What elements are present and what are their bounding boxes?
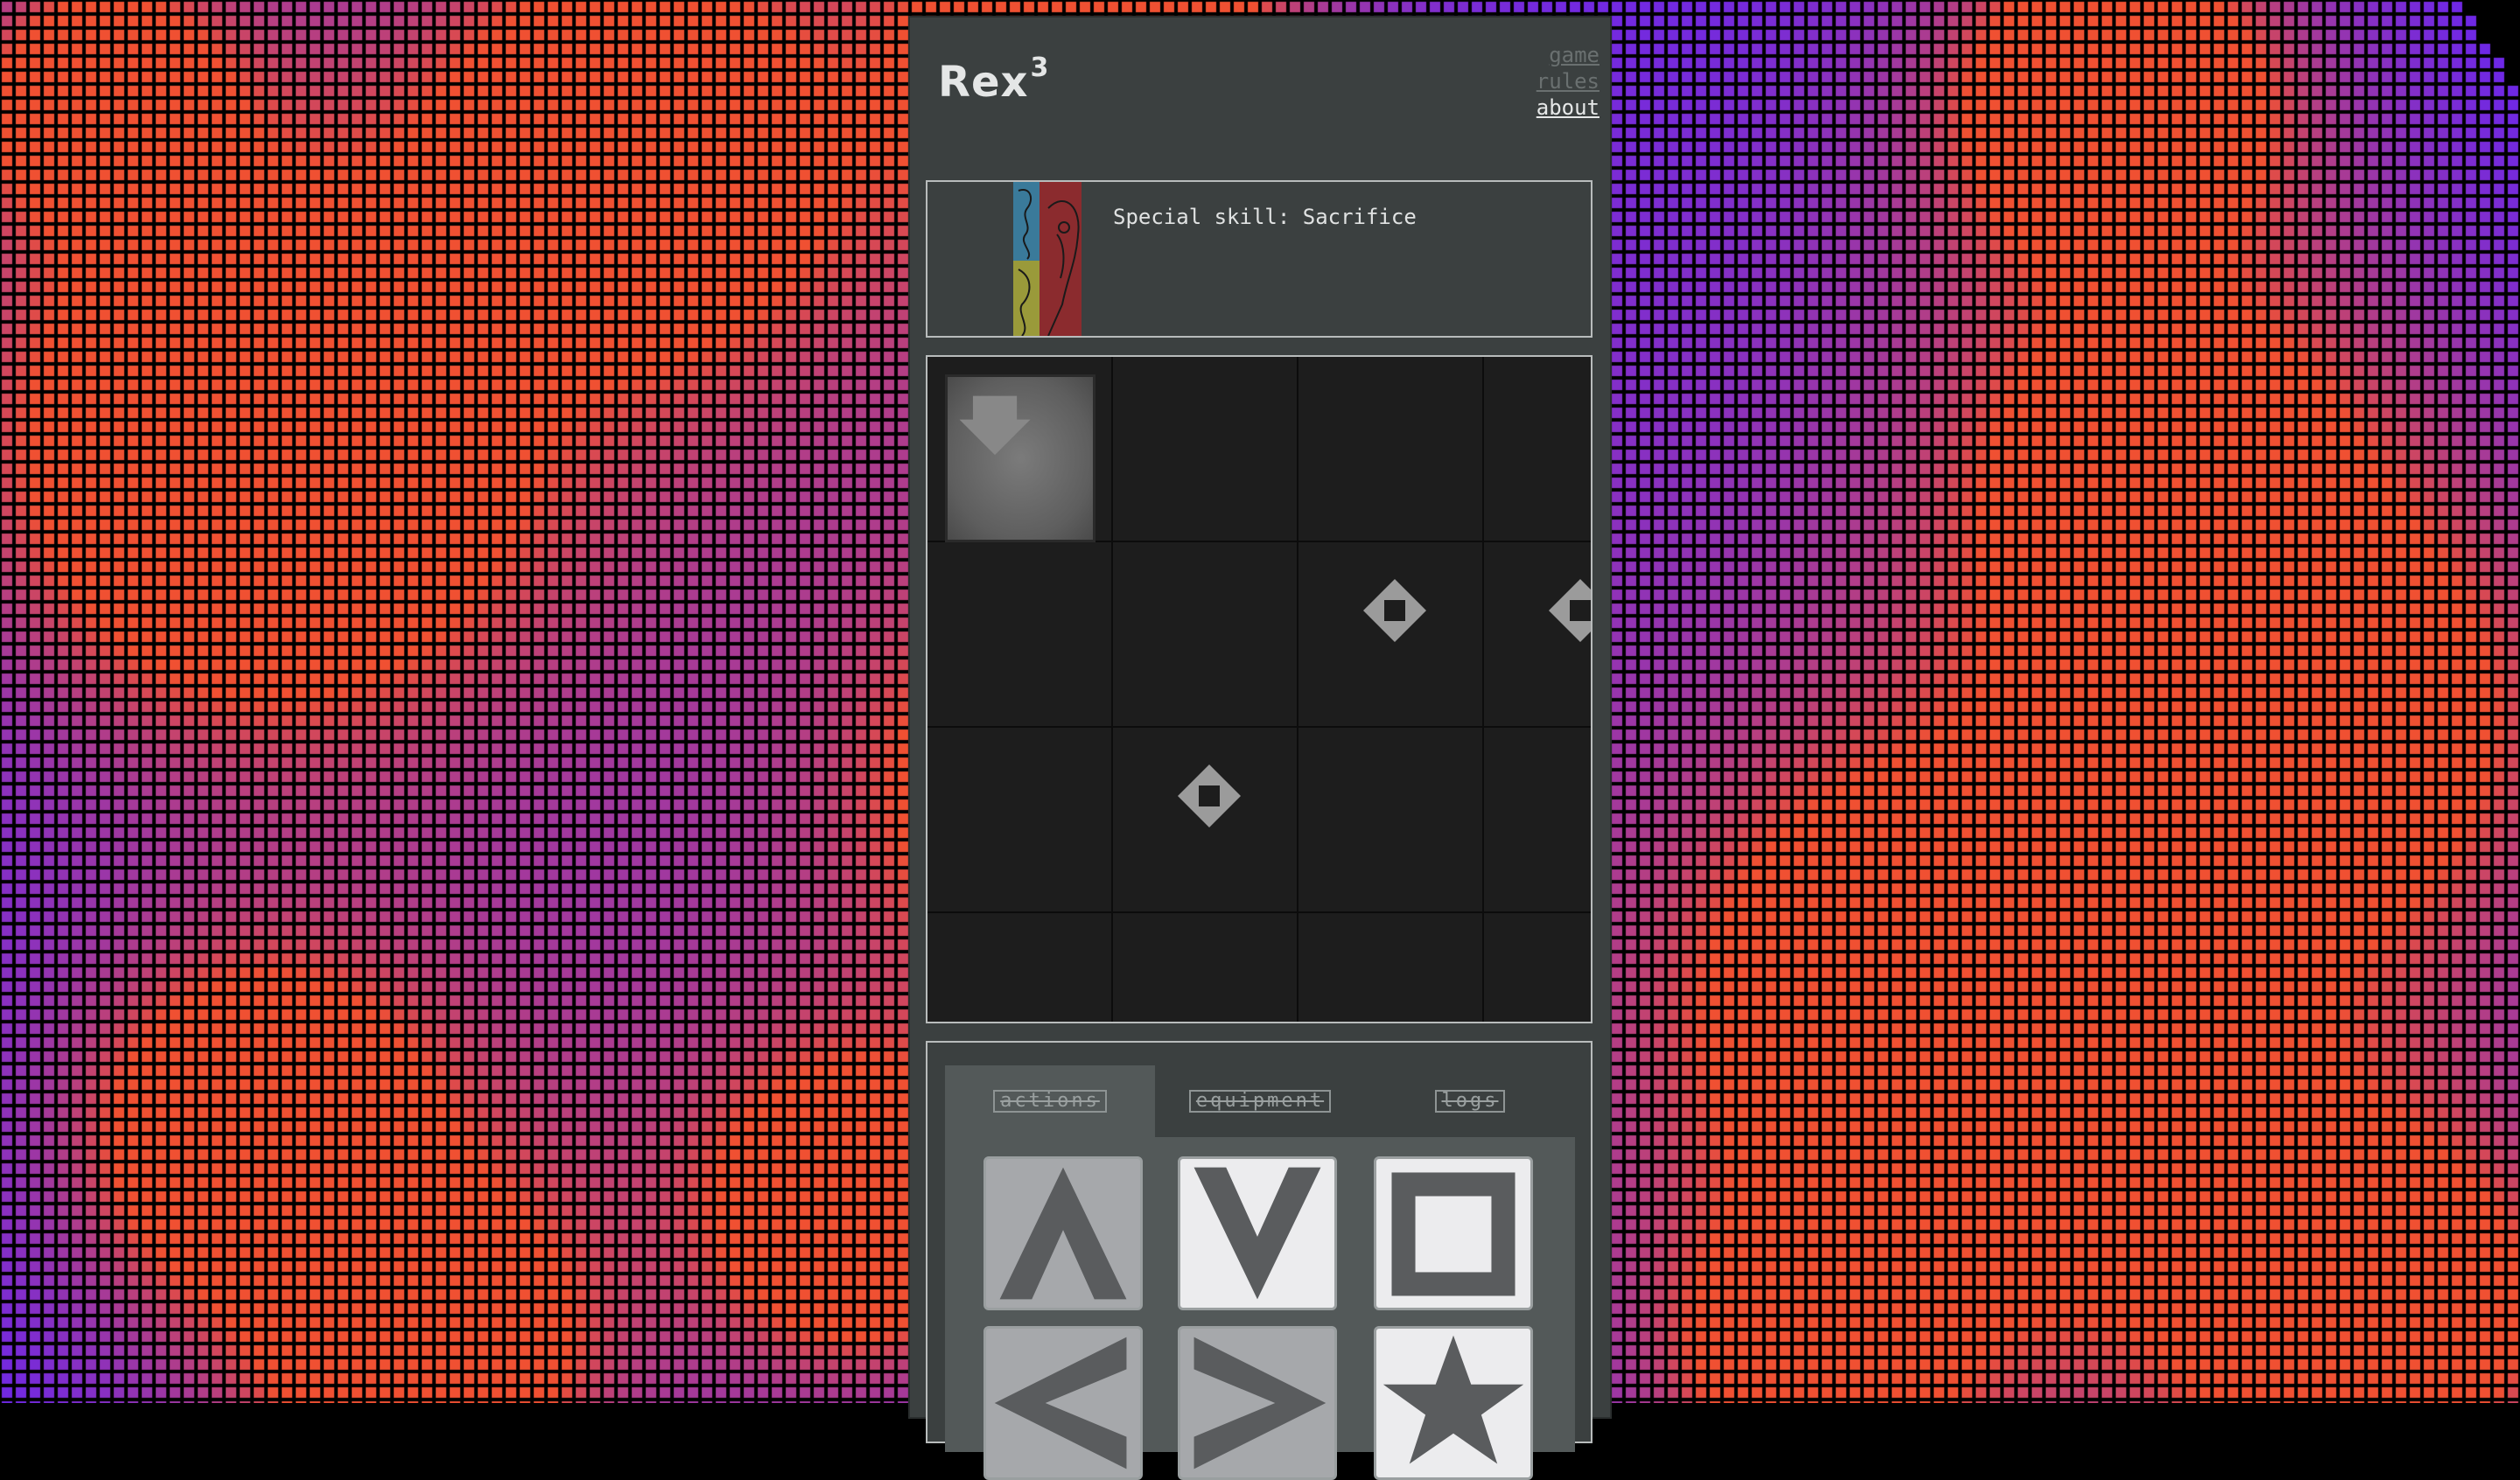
board-cell[interactable] [1484, 542, 1592, 728]
move-down-button[interactable] [1178, 1156, 1337, 1310]
game-board[interactable] [926, 355, 1592, 1023]
game-panel: Rex3 game rules about Special skill: Sac… [910, 17, 1610, 1480]
nav-menu: game rules about [1536, 42, 1600, 121]
tab-logs[interactable]: logs [1365, 1065, 1575, 1137]
move-marker-icon[interactable] [1363, 579, 1426, 642]
move-left-button[interactable] [984, 1326, 1143, 1480]
board-cell[interactable] [1113, 357, 1298, 542]
square-stop-icon [1391, 1172, 1516, 1296]
board-cell[interactable] [1113, 728, 1298, 913]
board-cell[interactable] [1484, 728, 1591, 913]
face-down-card[interactable] [945, 374, 1096, 542]
board-cell[interactable] [1298, 542, 1484, 728]
board-cell[interactable] [928, 728, 1113, 913]
special-skill-button[interactable] [1374, 1326, 1533, 1480]
board-cell[interactable] [928, 542, 1113, 728]
app-title-text: Rex [938, 58, 1029, 107]
board-cell[interactable] [1113, 542, 1298, 728]
unit-portrait-icon [1013, 182, 1082, 336]
board-cell[interactable] [1484, 913, 1591, 1022]
board-cell[interactable] [1298, 913, 1484, 1022]
right-chevron-icon [1194, 1337, 1326, 1470]
board-cell[interactable] [1113, 913, 1298, 1022]
tab-actions-label: actions [993, 1090, 1107, 1113]
app-title-superscript: 3 [1030, 52, 1050, 83]
special-skill-text: Special skill: Sacrifice [1113, 205, 1417, 229]
tab-actions[interactable]: actions [945, 1065, 1155, 1137]
down-chevron-icon [1194, 1167, 1321, 1300]
nav-link-rules[interactable]: rules [1536, 68, 1600, 94]
board-cell[interactable] [1298, 728, 1484, 913]
face-down-card-icon [959, 395, 1031, 456]
move-up-button[interactable] [984, 1156, 1143, 1310]
board-cell[interactable] [1484, 357, 1591, 542]
move-right-button[interactable] [1178, 1326, 1337, 1480]
nav-link-game[interactable]: game [1536, 42, 1600, 68]
action-panel: actions equipment logs [926, 1041, 1592, 1480]
left-chevron-icon [994, 1337, 1127, 1470]
board-cell[interactable] [928, 357, 1113, 542]
star-icon [1382, 1335, 1524, 1464]
stop-button[interactable] [1374, 1156, 1533, 1310]
app-title: Rex3 [938, 52, 1049, 107]
board-cell[interactable] [1298, 357, 1484, 542]
actions-tab-content [945, 1137, 1575, 1480]
move-marker-icon[interactable] [1178, 764, 1241, 827]
tab-logs-label: logs [1434, 1090, 1506, 1113]
action-tabs: actions equipment logs [945, 1065, 1575, 1137]
up-chevron-icon [999, 1167, 1127, 1300]
tab-equipment-label: equipment [1188, 1090, 1332, 1113]
board-cell[interactable] [928, 913, 1113, 1022]
nav-link-about[interactable]: about [1536, 94, 1600, 121]
move-marker-icon[interactable] [1549, 579, 1592, 642]
unit-info-card: Special skill: Sacrifice [926, 180, 1592, 338]
tab-equipment[interactable]: equipment [1155, 1065, 1365, 1137]
